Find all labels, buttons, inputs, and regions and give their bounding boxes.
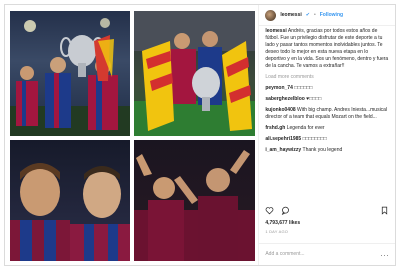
comment-text: □□□□□□	[294, 85, 313, 91]
bookmark-icon[interactable]	[380, 206, 389, 215]
header-separator: •	[313, 11, 316, 18]
caption-username[interactable]: leomessi	[265, 28, 286, 34]
list-item: i_am_haywizzy Thank you legend	[265, 147, 389, 154]
comment-username[interactable]: kujonko0408	[265, 107, 295, 113]
comments-list: leomessi Andrés, gracias por todos estos…	[265, 28, 389, 193]
post-header: leomessi ✔ • Following	[259, 5, 395, 26]
comment-username[interactable]: i_am_haywizzy	[265, 147, 301, 153]
post-photo-collage[interactable]	[5, 5, 259, 265]
action-bar	[265, 204, 389, 216]
instagram-post: leomessi ✔ • Following leomessi Andrés, …	[4, 4, 396, 266]
comment-username[interactable]: peymon_74	[265, 85, 293, 91]
photo-tile-two-players	[10, 140, 130, 261]
comment-username[interactable]: ali.sepehri1985	[265, 136, 301, 142]
photo-tile-trophy-lift	[10, 11, 130, 136]
post-timestamp: 1 DAY AGO	[265, 229, 289, 234]
photo-tile-celebration	[134, 140, 255, 261]
following-button[interactable]: Following	[320, 12, 343, 19]
more-options-icon[interactable]: ...	[381, 251, 390, 258]
comment-text: □□□□□□□□	[302, 136, 327, 142]
caption-text: Andrés, gracias por todos estos años de …	[265, 28, 389, 69]
comment-text: Legenda for ever	[286, 125, 325, 131]
comment-text: Thank you legend	[302, 147, 343, 153]
list-item: kujonko0408 With big champ. Andres Inies…	[265, 107, 389, 121]
comment-username[interactable]: frshd.gh	[265, 125, 285, 131]
comment-text: ♥□□□□	[306, 96, 322, 102]
list-item: ali.sepehri1985 □□□□□□□□	[265, 136, 389, 143]
load-more-comments[interactable]: Load more comments	[265, 74, 389, 81]
post-sidebar: leomessi ✔ • Following leomessi Andrés, …	[258, 5, 396, 265]
add-comment-bar: Add a comment... ...	[259, 243, 396, 265]
list-item: saberghezelbloo ♥□□□□	[265, 96, 389, 103]
verified-badge-icon: ✔	[305, 11, 310, 18]
list-item: frshd.gh Legenda for ever	[265, 125, 389, 132]
header-username[interactable]: leomessi	[280, 12, 301, 19]
likes-count[interactable]: 4,793,677 likes	[265, 220, 300, 227]
list-item: peymon_74 □□□□□□	[265, 85, 389, 92]
add-comment-input[interactable]: Add a comment...	[265, 251, 304, 258]
photo-tile-flags-trophy	[134, 11, 255, 136]
comment-icon[interactable]	[281, 206, 290, 215]
avatar[interactable]	[265, 9, 277, 21]
heart-icon[interactable]	[265, 206, 274, 215]
comment-username[interactable]: saberghezelbloo	[265, 96, 304, 102]
post-caption: leomessi Andrés, gracias por todos estos…	[265, 28, 389, 70]
